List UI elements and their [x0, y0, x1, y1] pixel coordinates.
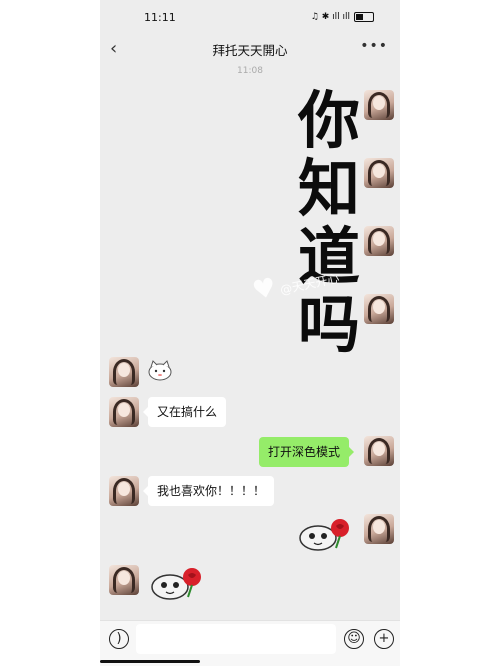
status-bar: 11:11 ♫ ✱ ıll ıll — [100, 0, 400, 34]
sticker-char[interactable]: 知 — [296, 156, 362, 222]
status-icons: ♫ ✱ ıll ıll — [311, 12, 374, 22]
avatar[interactable] — [364, 514, 394, 544]
status-indicators: ♫ ✱ ıll ıll — [310, 12, 350, 22]
sticker-char[interactable]: 你 — [296, 88, 362, 154]
status-time: 11:11 — [144, 10, 176, 24]
chat-title: 拜托天天開心 — [212, 42, 288, 58]
chevron-left-icon[interactable]: ‹ — [110, 38, 117, 59]
battery-icon — [354, 12, 374, 22]
avatar[interactable] — [109, 397, 139, 427]
avatar[interactable] — [109, 357, 139, 387]
avatar[interactable] — [109, 565, 139, 595]
avatar[interactable] — [364, 226, 394, 256]
avatar[interactable] — [364, 158, 394, 188]
message-bubble[interactable]: 我也喜欢你！！！！ — [142, 476, 275, 506]
avatar[interactable] — [364, 90, 394, 120]
chat-screen: 11:11 ♫ ✱ ıll ıll ‹ 拜托天天開心 ••• 11:08 你 知… — [100, 0, 400, 666]
message-input[interactable] — [136, 624, 336, 654]
avatar[interactable] — [109, 476, 139, 506]
avatar[interactable] — [364, 436, 394, 466]
cat-sticker[interactable] — [147, 358, 173, 382]
chat-header: ‹ 拜托天天開心 ••• — [100, 34, 400, 64]
message-timestamp: 11:08 — [237, 66, 263, 76]
voice-icon[interactable]: ) — [109, 629, 129, 649]
home-indicator[interactable] — [100, 660, 200, 663]
heart-icon: ♥ — [249, 272, 279, 307]
ellipsis-icon[interactable]: ••• — [360, 38, 388, 54]
avatar[interactable] — [364, 294, 394, 324]
rose-sticker[interactable] — [296, 514, 354, 554]
sticker-char[interactable]: 吗 — [296, 292, 362, 358]
message-bubble[interactable]: 又在搞什么 — [142, 397, 227, 427]
rose-sticker[interactable] — [148, 563, 206, 603]
emoji-icon[interactable]: ☺ — [344, 629, 364, 649]
plus-icon[interactable]: + — [374, 629, 394, 649]
message-bubble[interactable]: 打开深色模式 — [259, 437, 355, 467]
